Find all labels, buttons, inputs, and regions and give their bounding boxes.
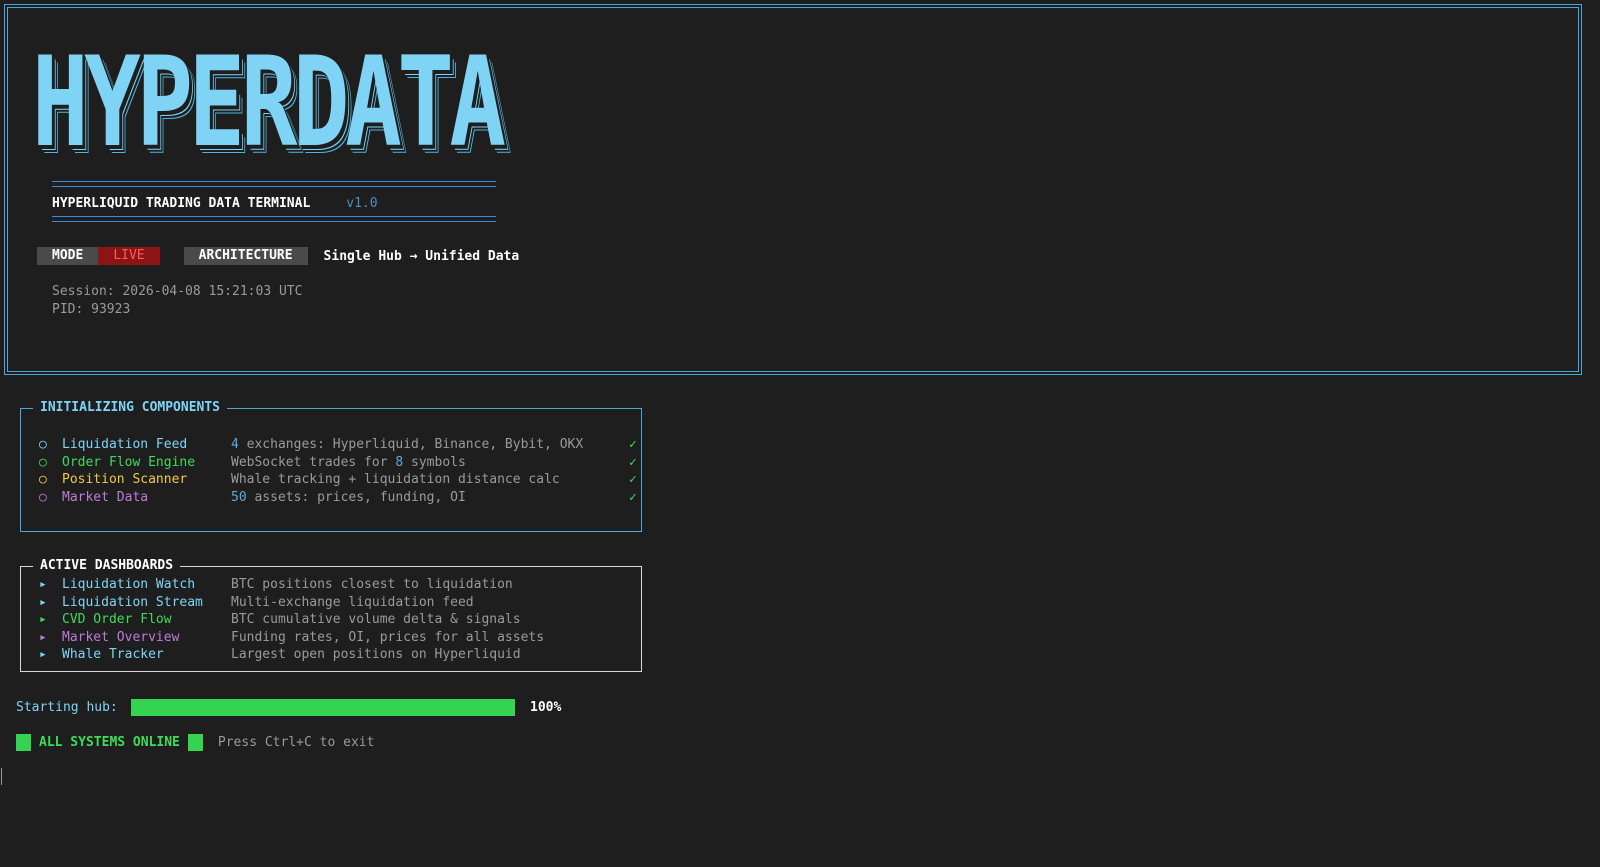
progress-label: Starting hub: xyxy=(16,699,118,715)
description-count: 4 xyxy=(231,437,239,452)
description-count: 50 xyxy=(231,489,247,505)
checkmark-icon: ✓ xyxy=(629,454,637,470)
process-id: PID: 93923 xyxy=(52,301,131,317)
hyperdata-logo: HYPERDATA xyxy=(32,31,506,175)
circle-icon: ○ xyxy=(39,454,47,470)
dashboard-name[interactable]: Market Overview xyxy=(62,629,231,647)
dashboard-row[interactable]: ▸ Liquidation Stream Multi-exchange liquid… xyxy=(39,594,544,612)
component-name: Liquidation Feed xyxy=(62,437,188,452)
dashboard-name[interactable]: CVD Order Flow xyxy=(62,611,231,629)
dashboards-list: ▸ Liquidation Watch BTC positions closest … xyxy=(39,576,544,664)
component-row: ○ Position Scanner Whale tracking + liquid… xyxy=(39,471,637,489)
component-row: ○ Market Data 50 assets: prices, funding, … xyxy=(39,489,637,507)
dashboards-panel-title: ACTIVE DASHBOARDS xyxy=(33,557,181,575)
checkmark-icon: ✓ xyxy=(629,489,637,505)
dashboard-row[interactable]: ▸ Whale Tracker Largest open positions on … xyxy=(39,646,544,664)
dashboard-name[interactable]: Whale Tracker xyxy=(62,646,231,664)
divider-bottom xyxy=(52,216,496,222)
triangle-right-icon: ▸ xyxy=(39,594,47,610)
terminal-window[interactable]: HYPERDATA HYPERLIQUID TRADING DATA TERMI… xyxy=(0,0,1600,867)
dashboard-row[interactable]: ▸ Liquidation Watch BTC positions closest … xyxy=(39,576,544,594)
progress-line: Starting hub: 100% xyxy=(16,698,561,716)
component-row: ○ Liquidation Feed 4 exchanges: Hyperliqui… xyxy=(39,436,637,454)
checkmark-icon: ✓ xyxy=(629,437,637,452)
component-name: Position Scanner xyxy=(62,472,188,487)
progress-bar xyxy=(131,698,515,716)
dashboard-description: BTC cumulative volume delta & signals xyxy=(231,612,521,627)
text-cursor[interactable] xyxy=(1,768,2,785)
systems-status: ALL SYSTEMS ONLINE xyxy=(39,734,180,750)
status-line: ALL SYSTEMS ONLINE Press Ctrl+C to exit xyxy=(16,733,374,751)
component-description: 50 assets: prices, funding, OI xyxy=(231,490,466,505)
description-text: WebSocket trades for xyxy=(231,454,396,470)
dashboard-description: Largest open positions on Hyperliquid xyxy=(231,647,521,662)
dashboard-row[interactable]: ▸ Market Overview Funding rates, OI, price… xyxy=(39,629,544,647)
dashboard-name[interactable]: Liquidation Watch xyxy=(62,576,231,594)
description-text: symbols xyxy=(403,454,466,470)
mode-badge: MODE xyxy=(37,247,99,265)
component-name: Market Data xyxy=(62,489,149,505)
progress-percent: 100% xyxy=(530,699,562,715)
status-square-icon xyxy=(187,733,203,751)
progress-fill xyxy=(131,698,515,716)
checkmark-icon: ✓ xyxy=(629,472,637,487)
status-badges: MODE LIVE ARCHITECTURE Single Hub → Unif… xyxy=(37,247,519,265)
version-label: v1.0 xyxy=(346,196,378,211)
components-panel-title: INITIALIZING COMPONENTS xyxy=(33,399,228,417)
description-text: Whale tracking + liquidation distance ca… xyxy=(231,472,560,487)
banner-box: HYPERDATA HYPERLIQUID TRADING DATA TERMI… xyxy=(4,4,1582,375)
circle-icon: ○ xyxy=(39,472,47,487)
dashboard-description: Funding rates, OI, prices for all assets xyxy=(231,629,545,645)
circle-icon: ○ xyxy=(39,437,47,452)
dashboard-description: Multi-exchange liquidation feed xyxy=(231,594,474,610)
dashboard-description: BTC positions closest to liquidation xyxy=(231,577,513,592)
component-row: ○ Order Flow Engine WebSocket trades for 8… xyxy=(39,454,637,472)
triangle-right-icon: ▸ xyxy=(39,629,47,645)
description-text: exchanges: Hyperliquid, Binance, Bybit, … xyxy=(238,437,584,452)
architecture-badge: ARCHITECTURE xyxy=(183,247,308,265)
description-text: assets: prices, funding, OI xyxy=(246,489,466,505)
component-name: Order Flow Engine xyxy=(62,454,196,470)
dashboard-name[interactable]: Liquidation Stream xyxy=(62,594,231,612)
live-badge: LIVE xyxy=(98,247,160,265)
components-list: ○ Liquidation Feed 4 exchanges: Hyperliqui… xyxy=(39,436,637,507)
component-description: WebSocket trades for 8 symbols xyxy=(231,455,466,470)
architecture-value: Single Hub → Unified Data xyxy=(323,248,520,264)
dashboards-panel: ACTIVE DASHBOARDS ▸ Liquidation Watch BTC … xyxy=(20,557,642,672)
terminal-title: HYPERLIQUID TRADING DATA TERMINAL xyxy=(52,196,311,211)
divider-top xyxy=(52,181,496,187)
component-description: Whale tracking + liquidation distance ca… xyxy=(231,472,560,487)
session-info: Session: 2026-04-08 15:21:03 UTC PID: 93… xyxy=(52,283,302,318)
circle-icon: ○ xyxy=(39,489,47,505)
dashboard-row[interactable]: ▸ CVD Order Flow BTC cumulative volume del… xyxy=(39,611,544,629)
status-square-icon xyxy=(16,733,31,751)
triangle-right-icon: ▸ xyxy=(39,612,47,627)
component-description: 4 exchanges: Hyperliquid, Binance, Bybit… xyxy=(231,437,583,452)
triangle-right-icon: ▸ xyxy=(39,647,47,662)
terminal-title-line: HYPERLIQUID TRADING DATA TERMINAL v1.0 xyxy=(52,196,378,211)
triangle-right-icon: ▸ xyxy=(39,577,47,592)
exit-hint: Press Ctrl+C to exit xyxy=(217,734,375,750)
components-panel: INITIALIZING COMPONENTS ○ Liquidation Fee… xyxy=(20,399,642,532)
session-timestamp: Session: 2026-04-08 15:21:03 UTC xyxy=(52,284,303,299)
